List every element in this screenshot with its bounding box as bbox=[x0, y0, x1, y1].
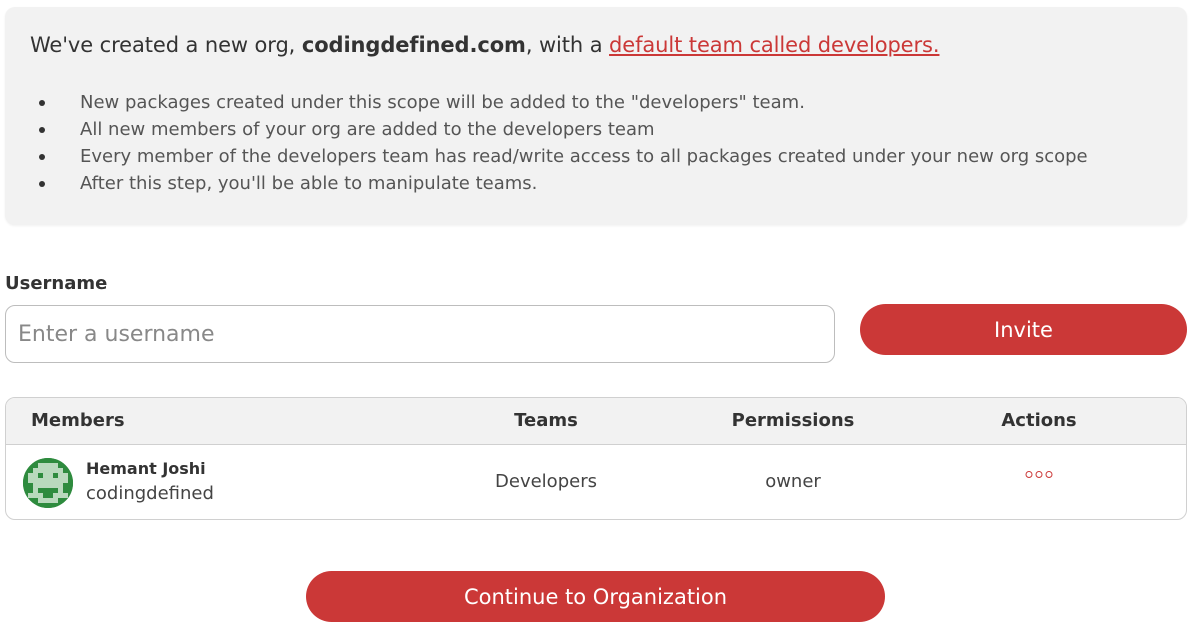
pixel-invader-avatar-icon bbox=[23, 458, 73, 508]
header-teams: Teams bbox=[514, 410, 578, 431]
info-panel: We've created a new org, codingdefined.c… bbox=[5, 7, 1187, 225]
bullet-dot-icon bbox=[39, 100, 45, 106]
option-dot bbox=[1025, 471, 1033, 478]
info-bullet: After this step, you'll be able to manip… bbox=[30, 170, 1088, 197]
member-permission: owner bbox=[765, 471, 821, 492]
bullet-text: After this step, you'll be able to manip… bbox=[80, 173, 538, 194]
bullet-dot-icon bbox=[39, 181, 45, 187]
option-dot bbox=[1035, 471, 1043, 478]
info-bullet-list: New packages created under this scope wi… bbox=[30, 89, 1088, 197]
header-members: Members bbox=[31, 410, 125, 431]
table-header: Members Teams Permissions Actions bbox=[6, 398, 1186, 445]
more-options-icon[interactable] bbox=[1025, 471, 1053, 478]
member-name: Hemant Joshi bbox=[86, 459, 206, 478]
info-bullet: New packages created under this scope wi… bbox=[30, 89, 1088, 116]
info-headline: We've created a new org, codingdefined.c… bbox=[30, 33, 940, 57]
info-bullet: All new members of your org are added to… bbox=[30, 116, 1088, 143]
bullet-text: Every member of the developers team has … bbox=[80, 146, 1088, 167]
username-label: Username bbox=[5, 273, 108, 294]
continue-to-organization-button[interactable]: Continue to Organization bbox=[306, 571, 885, 622]
org-name: codingdefined.com bbox=[301, 33, 526, 57]
table-row: Hemant Joshi codingdefined Developers ow… bbox=[6, 445, 1186, 519]
header-permissions: Permissions bbox=[731, 410, 855, 431]
headline-middle: , with a bbox=[525, 33, 610, 57]
default-team-link[interactable]: default team called developers. bbox=[609, 33, 940, 57]
bullet-dot-icon bbox=[39, 127, 45, 133]
bullet-text: New packages created under this scope wi… bbox=[80, 92, 805, 113]
bullet-dot-icon bbox=[39, 154, 45, 160]
member-username: codingdefined bbox=[86, 483, 214, 504]
headline-prefix: We've created a new org, bbox=[30, 33, 302, 57]
bullet-text: All new members of your org are added to… bbox=[80, 119, 655, 140]
username-input[interactable] bbox=[5, 305, 835, 363]
option-dot bbox=[1045, 471, 1053, 478]
member-team: Developers bbox=[495, 471, 597, 492]
info-bullet: Every member of the developers team has … bbox=[30, 143, 1088, 170]
invite-button[interactable]: Invite bbox=[860, 304, 1187, 355]
header-actions: Actions bbox=[1001, 410, 1077, 431]
members-table: Members Teams Permissions Actions Hemant… bbox=[5, 397, 1187, 520]
